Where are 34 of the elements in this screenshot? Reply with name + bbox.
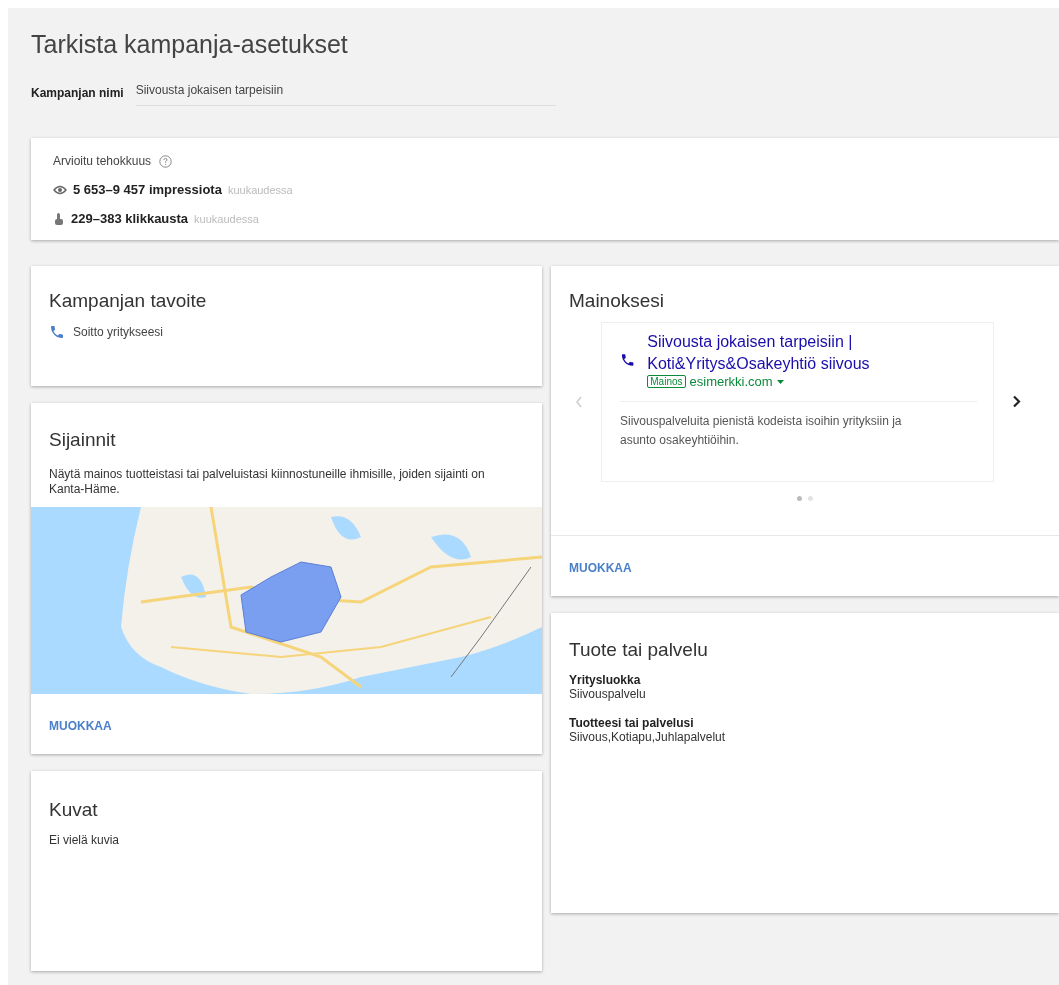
field-label: Kampanjan nimi — [31, 85, 124, 100]
chevron-right-icon[interactable] — [1012, 395, 1021, 409]
card-title: Mainoksesi — [569, 290, 666, 312]
edit-button[interactable]: MUOKKAA — [49, 719, 112, 733]
help-icon[interactable] — [159, 154, 173, 168]
card-title: Kampanjan tavoite — [49, 290, 208, 312]
goal-value: Soitto yritykseesi — [73, 325, 164, 339]
images-empty-text: Ei vielä kuvia — [49, 833, 121, 848]
metric-period: kuukaudessa — [194, 212, 259, 225]
ad-badge: Mainos — [647, 375, 686, 389]
edit-button[interactable]: MUOKKAA — [569, 560, 632, 575]
ad-description: Siivouspalveluita pienistä kodeista isoihin yrityksiin ja asunto osakeyhtiöihin. — [620, 401, 977, 451]
card-title: Sijainnit — [49, 429, 117, 451]
card-title: Arvioitu tehokkuus — [53, 154, 152, 168]
caret-icon — [776, 379, 784, 384]
carousel-dot[interactable] — [797, 495, 802, 501]
field-value: Siivous,Kotiapu,Juhlapalvelut — [569, 729, 727, 745]
hand-pointer-icon — [53, 211, 65, 226]
campaign-name-field[interactable]: Siivousta jokaisen tarpeisiin — [135, 79, 556, 106]
phone-icon — [49, 324, 65, 340]
metric-value: 229–383 klikkausta — [71, 211, 189, 226]
metric-value: 5 653–9 457 impressiota — [73, 182, 222, 197]
eye-icon — [53, 184, 67, 195]
ad-headline[interactable]: Siivousta jokaisen tarpeisiin | Koti&Yritys&Osakeyhtiö siivous — [647, 331, 977, 375]
field-label: Tuotteesi tai palvelusi — [569, 715, 695, 730]
field-label: Yritysluokka — [569, 672, 642, 687]
ad-url: esimerkki.com — [689, 374, 773, 390]
carousel-dot[interactable] — [808, 495, 813, 501]
locations-description: Näytä mainos tuotteistasi tai palveluistasi kiinnostuneille ihmisille, joiden sijainti on Kanta-Häme. — [49, 467, 486, 497]
card-title: Tuote tai palvelu — [569, 638, 709, 661]
card-title: Kuvat — [49, 799, 99, 821]
page-title: Tarkista kampanja-asetukset — [31, 30, 349, 59]
field-value: Siivouspalvelu — [569, 686, 647, 702]
metric-period: kuukaudessa — [227, 183, 293, 196]
